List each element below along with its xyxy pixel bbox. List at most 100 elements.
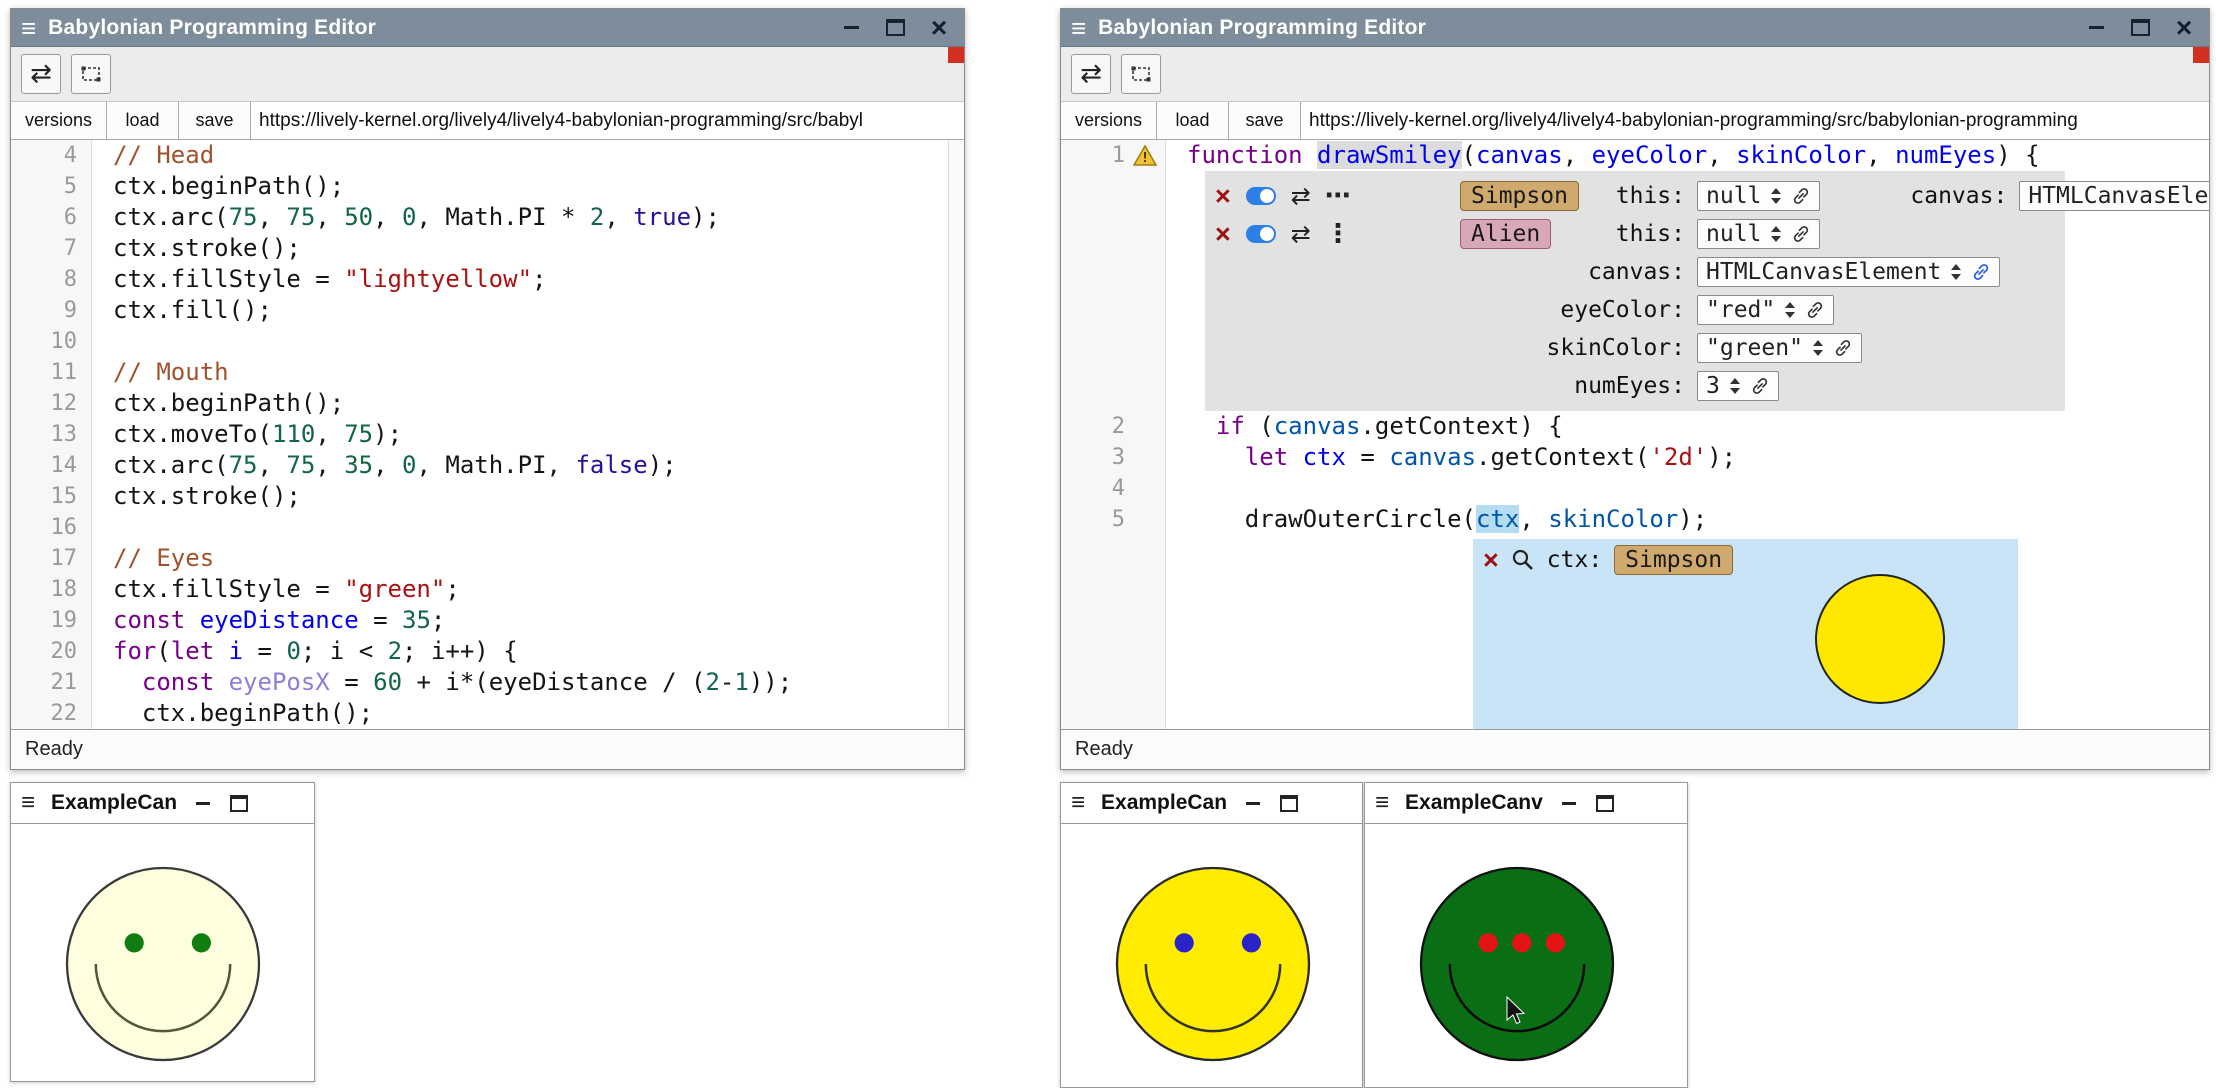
save-button[interactable]: save — [1229, 102, 1301, 139]
editor-window-left: ≡ Babylonian Programming Editor × ⇄ vers… — [10, 8, 965, 770]
minimize-button[interactable] — [840, 17, 862, 39]
stepper-icon[interactable] — [1811, 337, 1825, 359]
stepper-icon[interactable] — [1728, 375, 1742, 397]
delete-example-icon[interactable]: × — [1215, 183, 1231, 210]
tag-region-button[interactable] — [1121, 54, 1161, 94]
code-line-row: 5 drawOuterCircle(ctx, skinColor); — [1061, 504, 2209, 535]
example-badge[interactable]: Simpson — [1614, 545, 1733, 575]
maximize-button[interactable] — [1279, 793, 1299, 813]
value-box[interactable]: HTMLCanvasElement — [1697, 257, 2000, 287]
link-icon[interactable] — [1750, 376, 1770, 396]
code-token — [1303, 141, 1317, 169]
value-box[interactable]: "green" — [1697, 333, 1862, 363]
value-box[interactable]: null — [1697, 181, 1820, 211]
minimize-button[interactable] — [2085, 17, 2107, 39]
toggle-on-icon[interactable] — [1245, 224, 1277, 244]
save-button[interactable]: save — [179, 102, 251, 139]
titlebar[interactable]: ≡ ExampleCan — [1061, 783, 1362, 824]
code-token: eyeDistance — [200, 606, 359, 634]
code-line-row: 20for(let i = 0; i < 2; i++) { — [11, 636, 964, 667]
maximize-button[interactable] — [1595, 793, 1615, 813]
titlebar[interactable]: ≡ ExampleCan — [11, 783, 314, 824]
stepper-icon[interactable] — [1769, 185, 1783, 207]
url-field[interactable] — [251, 102, 964, 139]
minimize-button[interactable] — [193, 793, 213, 813]
versions-button[interactable]: versions — [1061, 102, 1157, 139]
horizontal-dots-icon[interactable]: ⋯ — [1325, 183, 1351, 209]
example-badge[interactable]: Simpson — [1460, 181, 1579, 211]
delete-example-icon[interactable]: × — [1215, 221, 1231, 248]
link-icon[interactable] — [1971, 262, 1991, 282]
example-badge[interactable]: Alien — [1460, 219, 1551, 249]
code-token: const — [142, 668, 214, 696]
code-token: 0 — [286, 637, 300, 665]
line-number: 6 — [11, 202, 91, 233]
load-button[interactable]: load — [107, 102, 179, 139]
code-token: ); — [691, 203, 720, 231]
link-icon[interactable] — [1791, 224, 1811, 244]
maximize-button[interactable] — [884, 17, 906, 39]
code-line-row: 21 const eyePosX = 60 + i*(eyeDistance /… — [11, 667, 964, 698]
code-token: , — [315, 451, 344, 479]
minimize-button[interactable] — [1559, 793, 1579, 813]
unsaved-indicator — [948, 47, 964, 63]
value-box[interactable]: HTMLCanvasElement — [2019, 181, 2209, 211]
stepper-icon[interactable] — [1949, 261, 1963, 283]
maximize-icon — [1596, 795, 1614, 812]
menu-icon[interactable]: ≡ — [1071, 791, 1085, 815]
minimize-button[interactable] — [1243, 793, 1263, 813]
warning-icon[interactable]: ! — [1133, 144, 1157, 168]
close-button[interactable]: × — [2173, 17, 2195, 39]
code-token: 2 — [590, 203, 604, 231]
maximize-button[interactable] — [2129, 17, 2151, 39]
link-icon[interactable] — [1833, 338, 1853, 358]
tag-region-button[interactable] — [71, 54, 111, 94]
code-token: ctx.arc( — [113, 203, 229, 231]
vertical-scrollbar[interactable] — [948, 140, 964, 729]
canvas-content[interactable] — [11, 824, 314, 1081]
load-button[interactable]: load — [1157, 102, 1229, 139]
versions-button[interactable]: versions — [11, 102, 107, 139]
delete-probe-icon[interactable]: × — [1483, 547, 1499, 574]
magnifier-icon[interactable] — [1511, 548, 1535, 572]
code-token: = — [1346, 443, 1389, 471]
swap-arrows-icon[interactable]: ⇄ — [1291, 222, 1311, 246]
url-field[interactable] — [1301, 102, 2209, 139]
maximize-button[interactable] — [229, 793, 249, 813]
file-toolbar: versions load save — [11, 102, 964, 140]
value-box[interactable]: null — [1697, 219, 1820, 249]
toggle-on-icon[interactable] — [1245, 186, 1277, 206]
code-token: ); — [373, 420, 402, 448]
swap-arrows-icon[interactable]: ⇄ — [1291, 184, 1311, 208]
code-line-row: 15ctx.stroke(); — [11, 481, 964, 512]
value-box[interactable]: 3 — [1697, 371, 1779, 401]
titlebar[interactable]: ≡ Babylonian Programming Editor × — [1061, 9, 2209, 47]
param-label: skinColor: — [1547, 335, 1685, 361]
line-number: 2 — [1061, 411, 1165, 442]
titlebar[interactable]: ≡ ExampleCanv — [1365, 783, 1687, 824]
line-number: 5 — [1061, 504, 1165, 535]
menu-icon[interactable]: ≡ — [21, 15, 36, 41]
minimize-icon — [196, 802, 210, 805]
canvas-content[interactable] — [1365, 824, 1687, 1087]
swap-button[interactable]: ⇄ — [1071, 54, 1111, 94]
close-button[interactable]: × — [928, 17, 950, 39]
line-number: 16 — [11, 512, 91, 543]
menu-icon[interactable]: ≡ — [1375, 791, 1389, 815]
code-editor[interactable]: 4// Head5ctx.beginPath();6ctx.arc(75, 75… — [11, 140, 964, 729]
code-token: , — [258, 451, 287, 479]
value-box[interactable]: "red" — [1697, 295, 1834, 325]
titlebar[interactable]: ≡ Babylonian Programming Editor × — [11, 9, 964, 47]
swap-button[interactable]: ⇄ — [21, 54, 61, 94]
example-param-row: numEyes:3 — [1215, 367, 2065, 405]
link-icon[interactable] — [1791, 186, 1811, 206]
code-editor[interactable]: 1!function drawSmiley(canvas, eyeColor, … — [1061, 140, 2209, 729]
menu-icon[interactable]: ≡ — [21, 791, 35, 815]
code-token: ctx — [1303, 443, 1346, 471]
link-icon[interactable] — [1805, 300, 1825, 320]
stepper-icon[interactable] — [1783, 299, 1797, 321]
menu-icon[interactable]: ≡ — [1071, 15, 1086, 41]
canvas-content[interactable] — [1061, 824, 1362, 1087]
stepper-icon[interactable] — [1769, 223, 1783, 245]
vertical-dots-icon[interactable]: ⋮ — [1325, 221, 1351, 247]
